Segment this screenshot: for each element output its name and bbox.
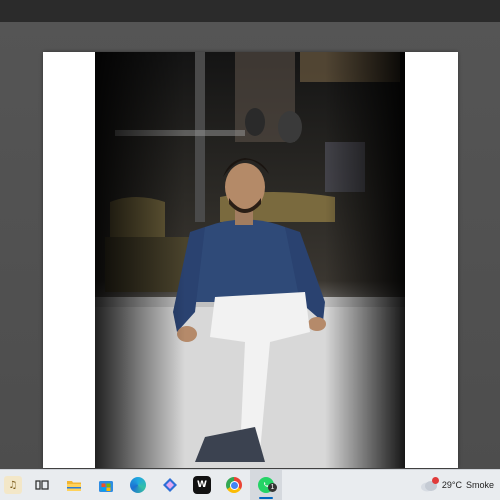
weather-condition: Smoke <box>465 480 494 490</box>
cloudy-weather-icon <box>420 477 439 492</box>
weather-alert-icon <box>431 477 439 484</box>
whatsapp-button[interactable]: 1 <box>250 470 282 500</box>
edge-browser-icon <box>130 477 146 493</box>
weather-temperature: 29°C <box>441 480 462 490</box>
app-top-bar <box>0 0 500 22</box>
portrait-photo <box>95 52 405 468</box>
whatsapp-unread-badge: 1 <box>268 483 277 492</box>
microsoft-store-icon <box>97 476 115 494</box>
weather-widget[interactable]: 29°C Smoke <box>420 470 494 500</box>
image-canvas[interactable] <box>43 52 458 468</box>
chrome-button[interactable] <box>218 470 250 500</box>
pinned-app-icon: ♫ <box>4 476 22 494</box>
capcut-icon: W <box>193 476 211 494</box>
file-explorer-icon <box>65 476 83 494</box>
photo-layer <box>95 52 405 468</box>
whatsapp-icon: 1 <box>258 477 277 493</box>
task-view-button[interactable] <box>26 470 58 500</box>
edge-browser-button[interactable] <box>122 470 154 500</box>
chrome-icon <box>226 477 242 493</box>
file-explorer-button[interactable] <box>58 470 90 500</box>
capcut-button[interactable]: W <box>186 470 218 500</box>
microsoft-store-button[interactable] <box>90 470 122 500</box>
photos-app-icon <box>161 476 179 494</box>
task-view-icon <box>33 476 51 494</box>
windows-taskbar: ♫ W 1 29°C Smoke <box>0 469 500 500</box>
photos-app-button[interactable] <box>154 470 186 500</box>
pinned-app-button[interactable]: ♫ <box>0 470 26 500</box>
